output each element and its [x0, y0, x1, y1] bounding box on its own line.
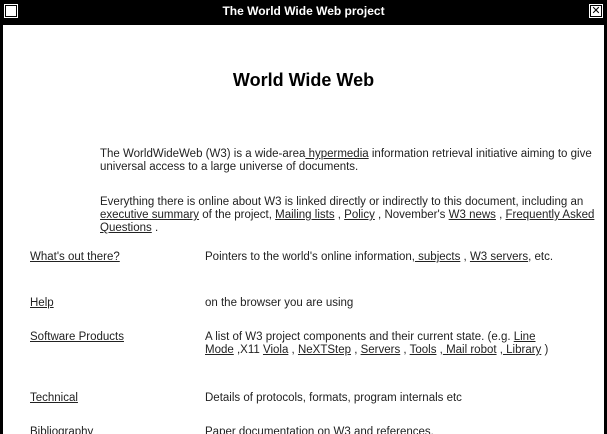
software-text-4: , [351, 344, 361, 356]
tools-link[interactable]: Tools [410, 344, 437, 356]
technical-description: Details of protocols, formats, program i… [205, 392, 462, 404]
technical-link[interactable]: Technical [30, 392, 200, 405]
bibliography-description: Paper documentation on W3 and references… [205, 426, 434, 434]
help-description: on the browser you are using [205, 297, 354, 309]
library-link[interactable]: Library [503, 344, 541, 356]
overview-text-3: , [334, 209, 345, 221]
title-bar[interactable]: The World Wide Web project ✕ [0, 0, 607, 25]
subjects-link[interactable]: subjects [415, 251, 460, 263]
software-text-8: ) [541, 344, 549, 356]
software-products-description: A list of W3 project components and thei… [205, 331, 565, 357]
software-text-3: , [288, 344, 298, 356]
w3-servers-link[interactable]: W3 servers [470, 251, 528, 263]
close-window-icon[interactable]: ✕ [589, 4, 603, 18]
overview-text-5: , [495, 209, 506, 221]
mail-robot-link[interactable]: Mail robot [443, 344, 497, 356]
intro-text-1: The WorldWideWeb (W3) is a wide-area [100, 148, 306, 160]
page-heading: World Wide Web [232, 70, 375, 90]
document-area: World Wide Web The WorldWideWeb (W3) is … [3, 25, 604, 434]
whats-out-there-description: Pointers to the world's online informati… [205, 251, 565, 264]
w3-news-link[interactable]: W3 news [449, 209, 496, 221]
viola-link[interactable]: Viola [263, 344, 288, 356]
help-link[interactable]: Help [30, 297, 200, 310]
overview-text-2: of the project, [199, 209, 276, 221]
intro-paragraph: The WorldWideWeb (W3) is a wide-area hyp… [100, 148, 600, 174]
nextstep-link[interactable]: NeXTStep [298, 344, 351, 356]
software-text-5: , [400, 344, 410, 356]
policy-link[interactable]: Policy [344, 209, 375, 221]
whats-out-there-link[interactable]: What's out there? [30, 251, 200, 264]
bibliography-link[interactable]: Bibliography [30, 426, 200, 434]
overview-text-1: Everything there is online about W3 is l… [100, 196, 584, 208]
executive-summary-link[interactable]: executive summary [100, 209, 199, 221]
whats-out-text-3: , etc. [528, 251, 554, 263]
software-text-2: ,X11 [233, 344, 263, 356]
browser-window: The World Wide Web project ✕ World Wide … [0, 0, 607, 434]
overview-text-4: , November's [374, 209, 449, 221]
overview-text-6: . [151, 222, 159, 234]
mailing-lists-link[interactable]: Mailing lists [275, 209, 334, 221]
overview-paragraph: Everything there is online about W3 is l… [100, 196, 600, 235]
whats-out-text-2: , [460, 251, 470, 263]
servers-link[interactable]: Servers [361, 344, 401, 356]
window-title: The World Wide Web project [222, 4, 385, 18]
whats-out-text-1: Pointers to the world's online informati… [205, 251, 415, 263]
software-text-1: A list of W3 project components and thei… [205, 331, 514, 343]
hypermedia-link[interactable]: hypermedia [305, 148, 369, 160]
software-products-link[interactable]: Software Products [30, 331, 200, 344]
